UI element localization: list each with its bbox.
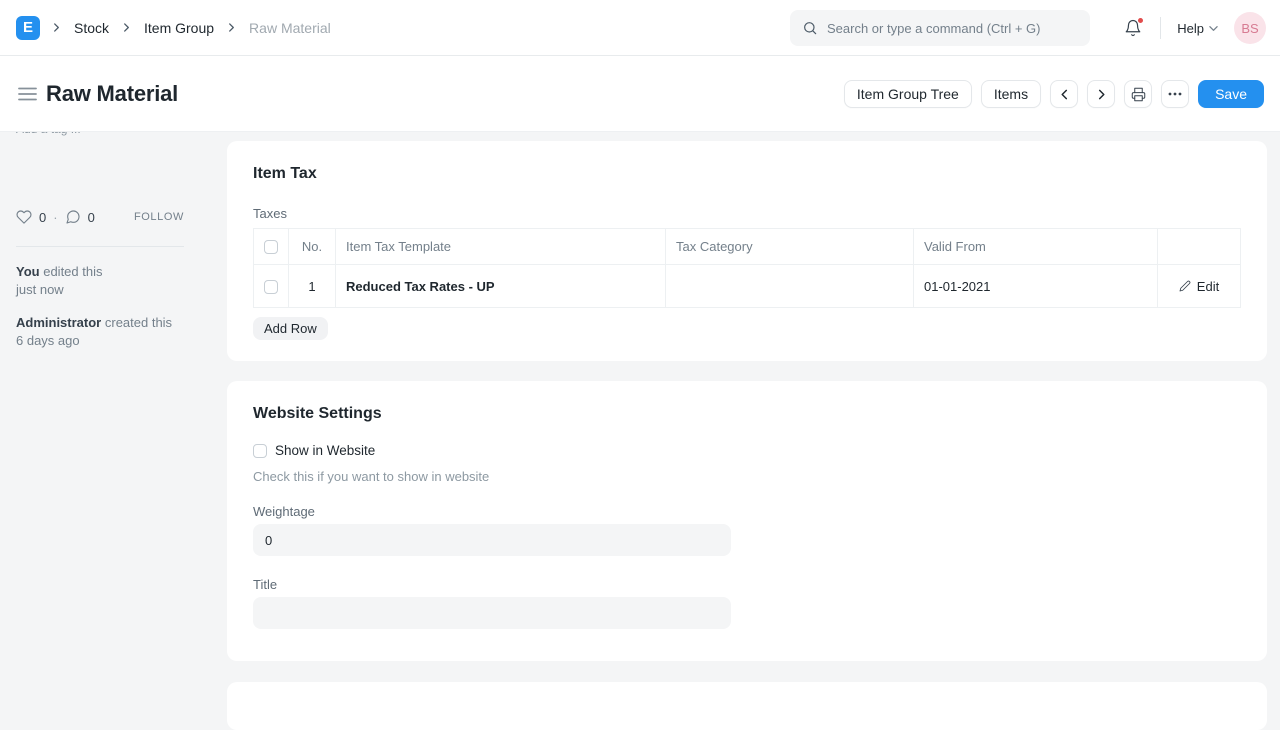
grid-header-row: No. Item Tax Template Tax Category Valid…: [254, 229, 1241, 265]
title-input[interactable]: [253, 597, 731, 629]
breadcrumb-item-stock[interactable]: Stock: [74, 20, 109, 36]
edited-when: just now: [16, 281, 184, 299]
page-title: Raw Material: [46, 81, 178, 107]
navbar: E Stock Item Group Raw Material: [0, 0, 1280, 56]
social-row: 0 · 0 FOLLOW: [16, 209, 184, 225]
edited-action: edited this: [43, 264, 102, 279]
print-button[interactable]: [1124, 80, 1152, 108]
breadcrumb-bar: Stock Item Group Raw Material: [52, 20, 331, 36]
comment-count: 0: [88, 210, 95, 225]
follow-button[interactable]: FOLLOW: [134, 211, 184, 223]
section-item-tax: Item Tax Taxes No. Item Tax Template Tax…: [227, 141, 1267, 361]
breadcrumb-item-item-group[interactable]: Item Group: [144, 20, 214, 36]
prev-record-button[interactable]: [1050, 80, 1078, 108]
taxes-field-label: Taxes: [253, 206, 1241, 221]
section-title-website-settings: Website Settings: [253, 405, 1241, 423]
chevron-right-icon: [122, 23, 131, 32]
page-actions: Item Group Tree Items Save: [844, 80, 1264, 108]
show-in-website-description: Check this if you want to show in websit…: [253, 469, 1241, 484]
page-head: Raw Material Item Group Tree Items Save: [0, 56, 1280, 132]
sidebar-toggle-icon[interactable]: [16, 85, 39, 103]
show-in-website-label[interactable]: Show in Website: [275, 443, 375, 458]
notification-dot: [1137, 17, 1144, 24]
navbar-divider: [1160, 17, 1161, 39]
like-heart-icon[interactable]: [16, 209, 32, 225]
section-next-partial: [227, 682, 1267, 730]
edited-info: You edited this just now: [16, 263, 184, 299]
edit-row-button[interactable]: Edit: [1168, 279, 1230, 294]
help-dropdown[interactable]: Help: [1177, 21, 1218, 36]
comment-icon[interactable]: [65, 209, 81, 225]
chevron-right-icon: [227, 23, 236, 32]
table-row: 1 Reduced Tax Rates - UP 01-01-2021 Edit: [254, 265, 1241, 308]
sidebar-divider: [16, 246, 184, 247]
app-logo-letter: E: [23, 19, 33, 36]
taxes-grid: No. Item Tax Template Tax Category Valid…: [253, 228, 1241, 308]
chevron-right-icon: [52, 23, 61, 32]
like-count: 0: [39, 210, 46, 225]
chevron-down-icon: [1209, 24, 1218, 33]
user-avatar[interactable]: BS: [1234, 12, 1266, 44]
avatar-initials: BS: [1241, 21, 1258, 36]
created-when: 6 days ago: [16, 332, 184, 350]
column-header-edit: [1158, 229, 1241, 265]
section-title-item-tax: Item Tax: [253, 165, 1241, 183]
help-label: Help: [1177, 21, 1204, 36]
valid-from-cell[interactable]: 01-01-2021: [914, 265, 1158, 308]
select-all-checkbox[interactable]: [264, 240, 278, 254]
weightage-input[interactable]: [253, 524, 731, 556]
column-header-item-tax-template: Item Tax Template: [336, 229, 666, 265]
created-action: created this: [105, 315, 172, 330]
created-by: Administrator: [16, 315, 101, 330]
next-record-button[interactable]: [1087, 80, 1115, 108]
section-website-settings: Website Settings Show in Website Check t…: [227, 381, 1267, 661]
pencil-icon: [1179, 280, 1191, 292]
show-in-website-checkbox[interactable]: [253, 444, 267, 458]
app-logo-icon[interactable]: E: [16, 16, 40, 40]
search-icon: [802, 20, 818, 36]
item-tax-template-cell[interactable]: Reduced Tax Rates - UP: [346, 279, 495, 294]
chevron-right-icon: [1096, 89, 1107, 100]
title-label: Title: [253, 577, 1241, 592]
row-checkbox[interactable]: [264, 280, 278, 294]
ellipsis-icon: [1168, 92, 1182, 96]
search-input[interactable]: [827, 21, 1078, 36]
save-button[interactable]: Save: [1198, 80, 1264, 108]
edited-by: You: [16, 264, 40, 279]
navbar-right: Help BS: [1122, 0, 1266, 56]
notifications-bell-icon[interactable]: [1122, 17, 1144, 39]
column-header-valid-from: Valid From: [914, 229, 1158, 265]
edit-label: Edit: [1197, 279, 1219, 294]
breadcrumb-item-current: Raw Material: [249, 20, 331, 36]
weightage-label: Weightage: [253, 504, 1241, 519]
row-index-cell: 1: [289, 265, 336, 308]
add-row-button[interactable]: Add Row: [253, 317, 328, 340]
item-group-tree-button[interactable]: Item Group Tree: [844, 80, 972, 108]
printer-icon: [1131, 87, 1146, 102]
show-in-website-row: Show in Website: [253, 443, 1241, 458]
column-header-tax-category: Tax Category: [666, 229, 914, 265]
menu-more-button[interactable]: [1161, 80, 1189, 108]
global-search[interactable]: [790, 10, 1090, 46]
dot-separator: ·: [53, 210, 57, 225]
tax-category-cell[interactable]: [666, 265, 914, 308]
column-header-no: No.: [289, 229, 336, 265]
items-button[interactable]: Items: [981, 80, 1041, 108]
created-info: Administrator created this 6 days ago: [16, 314, 184, 350]
chevron-left-icon: [1059, 89, 1070, 100]
